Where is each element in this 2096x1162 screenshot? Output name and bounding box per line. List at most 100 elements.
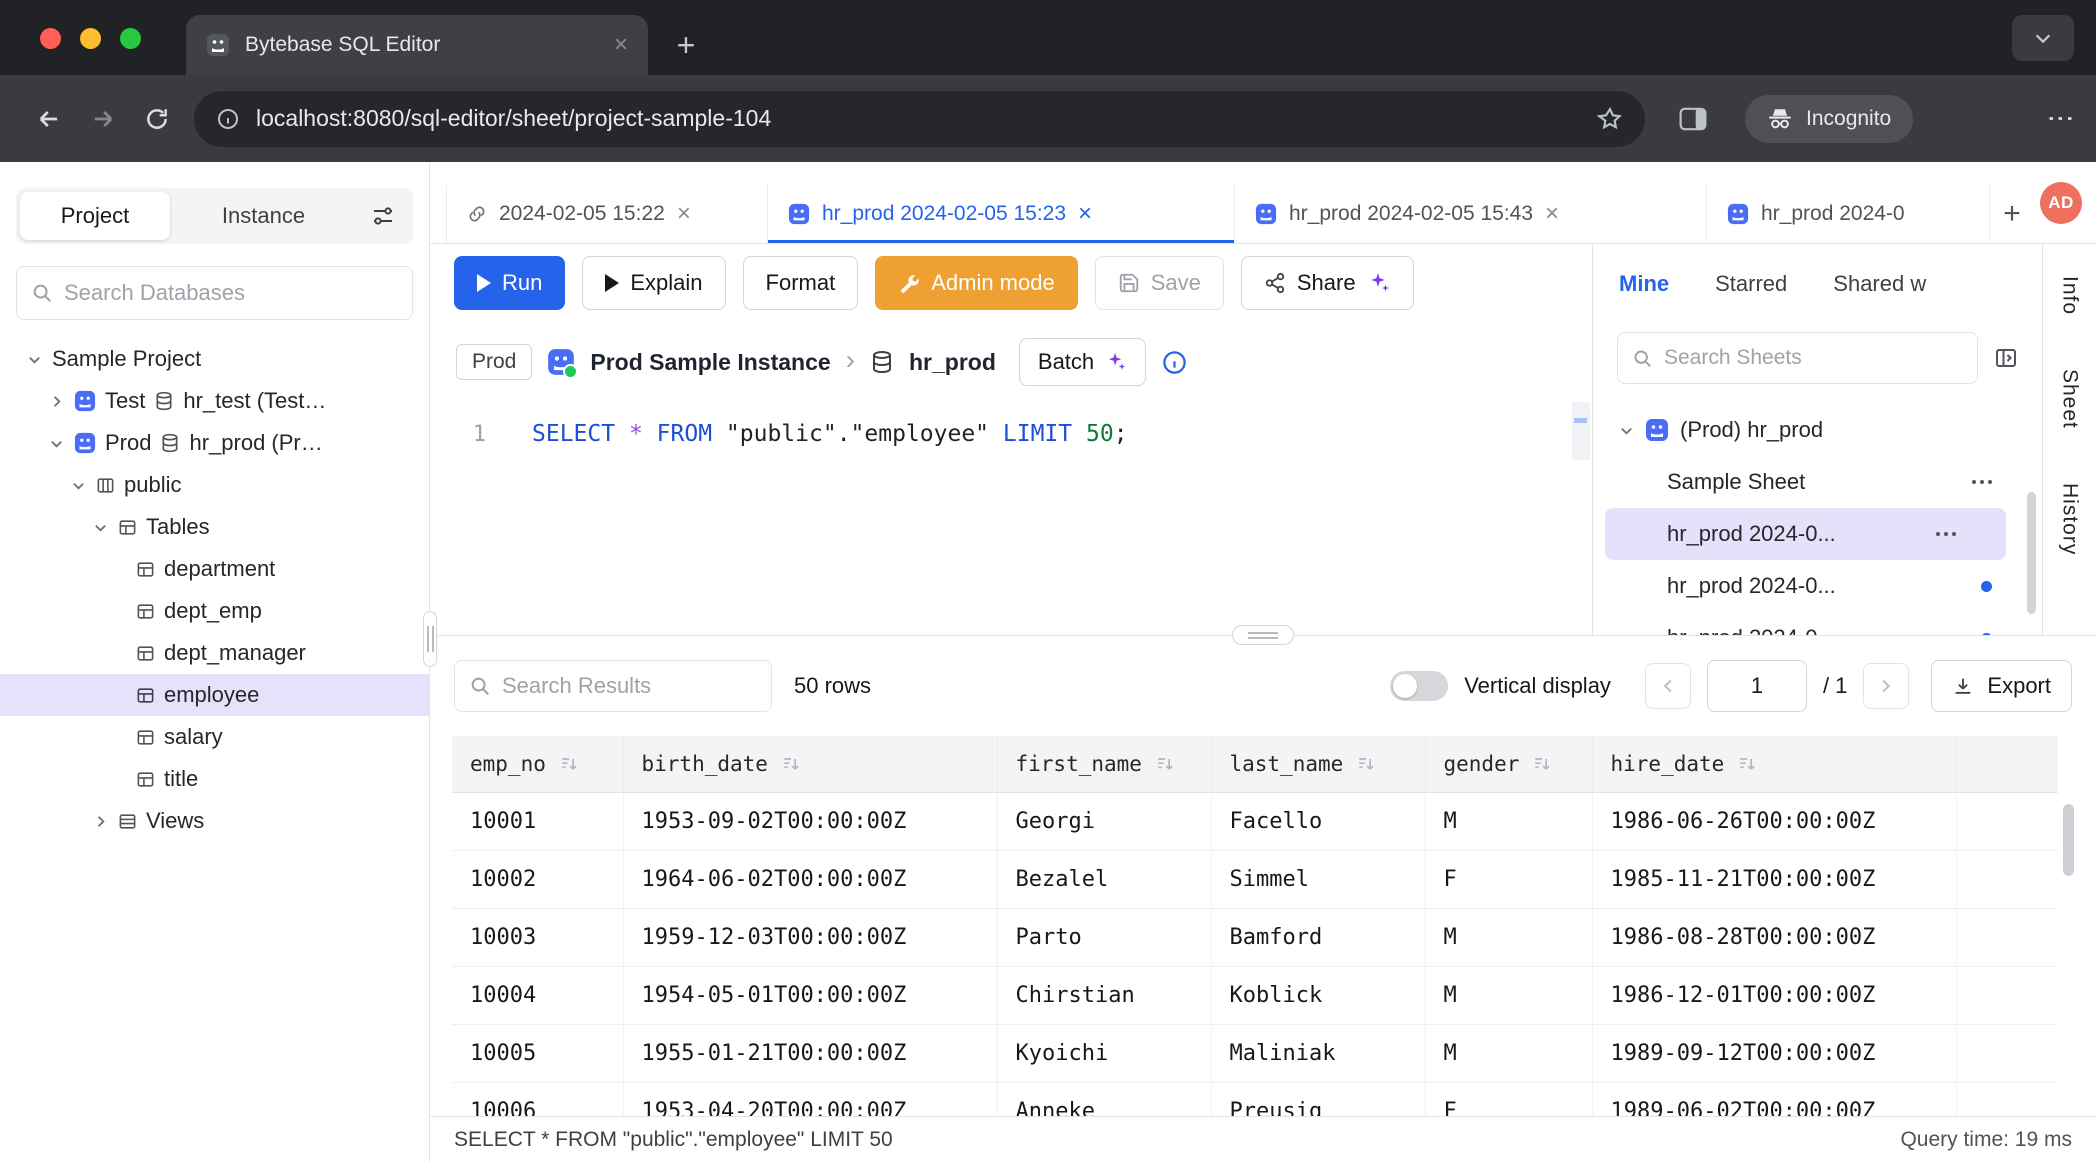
sidebar-item-env-test[interactable]: Test hr_test (Test…	[0, 380, 429, 422]
database-name[interactable]: hr_prod	[909, 349, 996, 376]
sort-icon[interactable]	[1356, 754, 1376, 774]
sort-icon[interactable]	[1155, 754, 1175, 774]
table-scrollbar[interactable]	[2063, 804, 2074, 876]
sidebar-item-table-dept-manager[interactable]: dept_manager	[0, 632, 429, 674]
sidebar-item-table-department[interactable]: department	[0, 548, 429, 590]
tab-history[interactable]: History	[2058, 483, 2082, 555]
reload-button[interactable]	[130, 92, 184, 146]
share-button[interactable]: Share	[1241, 256, 1414, 310]
window-close-button[interactable]	[40, 28, 61, 49]
search-results-input[interactable]	[502, 673, 757, 699]
sheet-tab-1[interactable]: hr_prod 2024-02-05 15:23 ×	[768, 185, 1235, 243]
table-row[interactable]: 100041954-05-01T00:00:00ZChirstianKoblic…	[452, 966, 2058, 1024]
column-header-last-name[interactable]: last_name	[1211, 736, 1425, 792]
sheet-item-1[interactable]: hr_prod 2024-0...	[1605, 508, 2006, 560]
chevron-down-icon[interactable]	[92, 520, 109, 535]
instance-name[interactable]: Prod Sample Instance	[590, 349, 830, 376]
collapse-panel-icon[interactable]	[1994, 346, 2018, 370]
forward-button[interactable]	[76, 92, 130, 146]
column-header-first-name[interactable]: first_name	[997, 736, 1211, 792]
tab-mine[interactable]: Mine	[1619, 271, 1669, 297]
sidebar-item-table-dept-emp[interactable]: dept_emp	[0, 590, 429, 632]
address-bar[interactable]: localhost:8080/sql-editor/sheet/project-…	[194, 91, 1645, 147]
chevron-down-icon[interactable]	[26, 352, 43, 367]
chevron-down-icon[interactable]	[1619, 423, 1634, 438]
save-button[interactable]: Save	[1095, 256, 1224, 310]
results-search[interactable]	[454, 660, 772, 712]
tab-starred[interactable]: Starred	[1715, 271, 1787, 297]
table-row[interactable]: 100031959-12-03T00:00:00ZPartoBamfordM19…	[452, 908, 2058, 966]
sort-icon[interactable]	[781, 754, 801, 774]
tab-sheet[interactable]: Sheet	[2058, 369, 2082, 429]
export-button[interactable]: Export	[1931, 660, 2072, 712]
close-icon[interactable]: ×	[614, 33, 628, 57]
run-button[interactable]: Run	[454, 256, 565, 310]
browser-menu-icon[interactable]: ⋮	[2047, 105, 2074, 133]
sql-editor[interactable]: 1 SELECT * FROM "public"."employee" LIMI…	[430, 402, 1592, 635]
table-row[interactable]: 100021964-06-02T00:00:00ZBezalelSimmelF1…	[452, 850, 2058, 908]
sheet-tab-3[interactable]: hr_prod 2024-0	[1707, 185, 1990, 243]
sort-icon[interactable]	[1532, 754, 1552, 774]
sheets-group[interactable]: (Prod) hr_prod	[1593, 404, 2042, 456]
sidebar-item-tables-group[interactable]: Tables	[0, 506, 429, 548]
close-icon[interactable]: ×	[677, 202, 691, 226]
sidebar-item-table-employee[interactable]: employee	[0, 674, 429, 716]
vertical-display-toggle[interactable]	[1390, 671, 1448, 701]
editor-minimap[interactable]	[1572, 402, 1590, 635]
chevron-down-icon[interactable]	[48, 436, 65, 451]
window-minimize-button[interactable]	[80, 28, 101, 49]
sheet-item-0[interactable]: Sample Sheet	[1593, 456, 2042, 508]
sidebar-resize-handle[interactable]	[423, 611, 437, 667]
tab-info[interactable]: Info	[2058, 276, 2082, 315]
column-header-birth-date[interactable]: birth_date	[623, 736, 997, 792]
sheet-tab-2[interactable]: hr_prod 2024-02-05 15:43 ×	[1235, 185, 1707, 243]
tab-list-button[interactable]	[2012, 15, 2074, 61]
batch-button[interactable]: Batch	[1019, 338, 1146, 386]
next-page-button[interactable]	[1863, 663, 1909, 709]
chevron-down-icon[interactable]	[70, 478, 87, 493]
site-info-icon[interactable]	[216, 107, 240, 131]
tab-instance[interactable]: Instance	[170, 203, 357, 229]
sheet-tab-0[interactable]: 2024-02-05 15:22 ×	[446, 185, 768, 243]
sort-icon[interactable]	[1737, 754, 1757, 774]
sidebar-item-env-prod[interactable]: Prod hr_prod (Pr…	[0, 422, 429, 464]
search-sheets-input[interactable]	[1664, 346, 1963, 370]
table-row[interactable]: 100061953-04-20T00:00:00ZAnnekePreusigF1…	[452, 1082, 2058, 1116]
database-search[interactable]	[16, 266, 413, 320]
sidebar-item-schema-public[interactable]: public	[0, 464, 429, 506]
sheets-search[interactable]	[1617, 332, 1978, 384]
sheet-item-2[interactable]: hr_prod 2024-0...	[1593, 560, 2042, 612]
new-sheet-button[interactable]: +	[1990, 185, 2034, 243]
sheet-item-3[interactable]: hr_prod 2024-0...	[1593, 612, 2042, 635]
window-zoom-button[interactable]	[120, 28, 141, 49]
prev-page-button[interactable]	[1645, 663, 1691, 709]
search-databases-input[interactable]	[64, 280, 398, 306]
sidebar-item-table-salary[interactable]: salary	[0, 716, 429, 758]
filter-settings-button[interactable]	[357, 204, 409, 228]
panel-resize-handle[interactable]	[1232, 625, 1294, 645]
side-panel-icon[interactable]	[1679, 107, 1707, 131]
table-row[interactable]: 100051955-01-21T00:00:00ZKyoichiMaliniak…	[452, 1024, 2058, 1082]
table-row[interactable]: 100011953-09-02T00:00:00ZGeorgiFacelloM1…	[452, 792, 2058, 850]
more-menu-icon[interactable]	[1936, 532, 1956, 536]
new-tab-button[interactable]: +	[664, 23, 708, 67]
page-number-input[interactable]	[1707, 660, 1807, 712]
back-button[interactable]	[22, 92, 76, 146]
close-icon[interactable]: ×	[1078, 202, 1092, 226]
chevron-right-icon[interactable]	[92, 814, 109, 829]
column-header-gender[interactable]: gender	[1425, 736, 1592, 792]
tab-shared[interactable]: Shared w	[1833, 271, 1926, 297]
column-header-hire-date[interactable]: hire_date	[1592, 736, 1956, 792]
close-icon[interactable]: ×	[1545, 202, 1559, 226]
sidebar-item-sample-project[interactable]: Sample Project	[0, 338, 429, 380]
format-button[interactable]: Format	[743, 256, 859, 310]
tab-project[interactable]: Project	[20, 192, 170, 240]
user-avatar[interactable]: AD	[2040, 182, 2082, 224]
browser-tab[interactable]: Bytebase SQL Editor ×	[186, 15, 648, 75]
more-menu-icon[interactable]	[1972, 480, 1992, 484]
sidebar-item-views-group[interactable]: Views	[0, 800, 429, 842]
explain-button[interactable]: Explain	[582, 256, 725, 310]
sidebar-item-table-title[interactable]: title	[0, 758, 429, 800]
column-header-emp-no[interactable]: emp_no	[452, 736, 623, 792]
sort-icon[interactable]	[559, 754, 579, 774]
